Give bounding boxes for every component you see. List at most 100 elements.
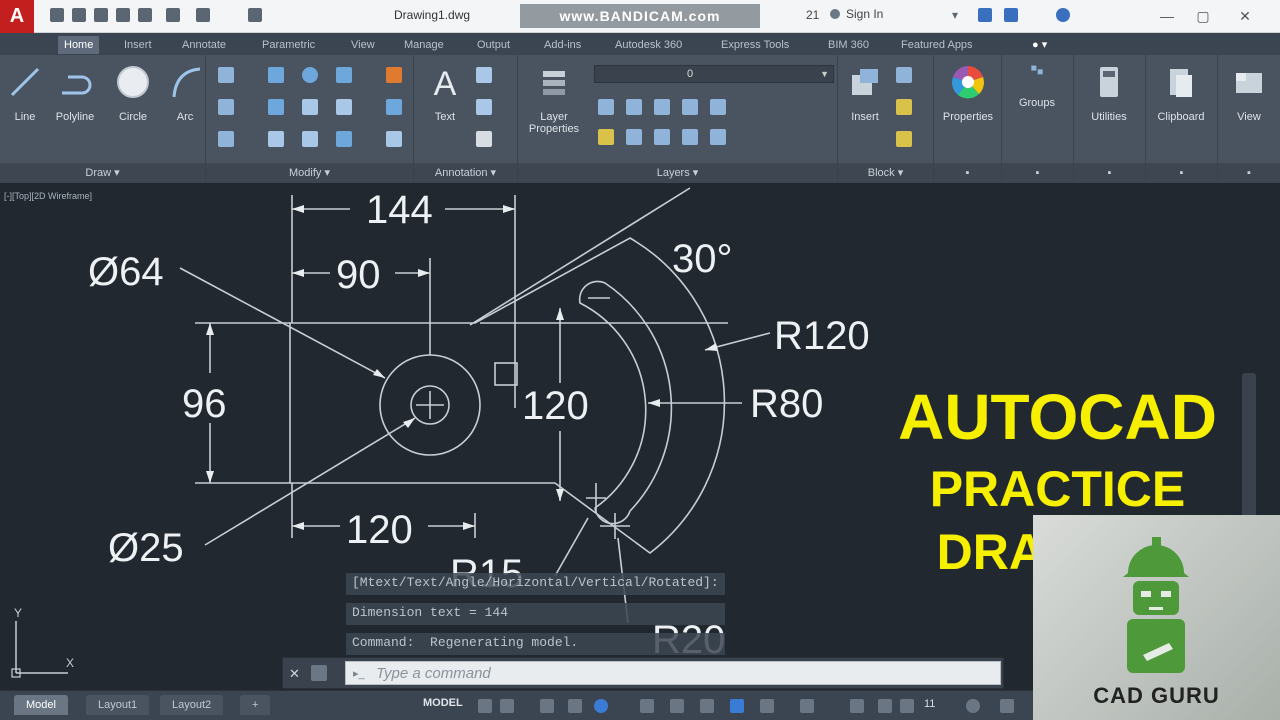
layer-tool-icon-2[interactable] xyxy=(626,99,642,115)
line-tool[interactable]: Line xyxy=(0,63,50,123)
properties-tool[interactable]: Properties xyxy=(936,63,1000,123)
annotation-visibility-icon[interactable] xyxy=(878,699,892,713)
transparency-icon[interactable] xyxy=(760,699,774,713)
polar-icon[interactable] xyxy=(594,699,608,713)
sign-in-button[interactable]: Sign In xyxy=(830,7,883,21)
snap-icon[interactable] xyxy=(500,699,514,713)
clipboard-panel-footer[interactable]: ▪ xyxy=(1146,163,1217,183)
rectangle-icon[interactable] xyxy=(218,67,234,83)
erase-icon[interactable] xyxy=(386,67,402,83)
layer-tool-icon-3[interactable] xyxy=(654,99,670,115)
exchange-icon[interactable] xyxy=(978,8,992,22)
mirror-icon[interactable] xyxy=(302,99,318,115)
dropdown-icon[interactable]: ▾ xyxy=(952,8,958,22)
object-snap-tracking-icon[interactable] xyxy=(670,699,684,713)
open-icon[interactable] xyxy=(72,8,86,22)
close-button[interactable]: ✕ xyxy=(1228,4,1262,28)
tab-view[interactable]: View xyxy=(345,36,381,54)
clipboard-tool[interactable]: Clipboard xyxy=(1156,63,1206,123)
tab-parametric[interactable]: Parametric xyxy=(256,36,321,54)
tab-autodesk-360[interactable]: Autodesk 360 xyxy=(609,36,688,54)
tab-layout1[interactable]: Layout1 xyxy=(86,695,150,715)
layer-tool-icon-6[interactable] xyxy=(598,129,614,145)
command-input[interactable] xyxy=(345,661,1001,685)
wrench-icon[interactable] xyxy=(311,665,327,681)
layer-tool-icon-1[interactable] xyxy=(598,99,614,115)
view-tool[interactable]: View xyxy=(1224,63,1274,123)
annotation-panel-footer[interactable]: Annotation ▾ xyxy=(414,163,517,183)
table-icon[interactable] xyxy=(476,131,492,147)
tab-layout2[interactable]: Layout2 xyxy=(160,695,224,715)
text-tool[interactable]: A Text xyxy=(420,63,470,123)
move-icon[interactable] xyxy=(268,67,284,83)
layer-tool-icon-10[interactable] xyxy=(710,129,726,145)
isodraft-icon[interactable] xyxy=(640,699,654,713)
layers-panel-footer[interactable]: Layers ▾ xyxy=(518,163,837,183)
modify-panel-footer[interactable]: Modify ▾ xyxy=(206,163,413,183)
new-icon[interactable] xyxy=(50,8,64,22)
layer-tool-icon-5[interactable] xyxy=(710,99,726,115)
tab-annotate[interactable]: Annotate xyxy=(176,36,232,54)
layer-properties-tool[interactable]: Layer Properties xyxy=(518,63,590,135)
object-snap-icon[interactable] xyxy=(700,699,714,713)
selection-cycling-icon[interactable] xyxy=(800,699,814,713)
stretch-icon[interactable] xyxy=(268,131,284,147)
groups-tool[interactable]: Groups xyxy=(1012,63,1062,109)
minimize-button[interactable]: — xyxy=(1150,4,1184,28)
rotate-icon[interactable] xyxy=(302,67,318,83)
tab-featured-apps[interactable]: Featured Apps xyxy=(895,36,979,54)
add-icon[interactable] xyxy=(1000,699,1014,713)
layer-tool-icon-8[interactable] xyxy=(654,129,670,145)
help-icon[interactable] xyxy=(1056,8,1070,22)
print-icon[interactable] xyxy=(138,8,152,22)
arc-tool[interactable]: Arc xyxy=(160,63,210,123)
tab-output[interactable]: Output xyxy=(471,36,516,54)
edit-block-icon[interactable] xyxy=(896,99,912,115)
undo-icon[interactable] xyxy=(166,8,180,22)
leader-icon[interactable] xyxy=(476,99,492,115)
hatch-icon[interactable] xyxy=(218,99,234,115)
explode-icon[interactable] xyxy=(386,99,402,115)
create-block-icon[interactable] xyxy=(896,67,912,83)
layer-tool-icon-7[interactable] xyxy=(626,129,642,145)
maximize-button[interactable]: ▢ xyxy=(1186,4,1220,28)
circle-tool[interactable]: Circle xyxy=(108,63,158,123)
close-icon[interactable]: ✕ xyxy=(289,666,300,682)
tab-add-ins[interactable]: Add-ins xyxy=(538,36,587,54)
infer-icon[interactable] xyxy=(540,699,554,713)
layer-tool-icon-4[interactable] xyxy=(682,99,698,115)
grid-icon[interactable] xyxy=(478,699,492,713)
layer-tool-icon-9[interactable] xyxy=(682,129,698,145)
tab-overflow-icon[interactable]: ● ▾ xyxy=(1026,36,1053,54)
draw-panel-footer[interactable]: Draw ▾ xyxy=(0,163,205,183)
tab-bim-360[interactable]: BIM 360 xyxy=(822,36,875,54)
block-panel-footer[interactable]: Block ▾ xyxy=(838,163,933,183)
lineweight-icon[interactable] xyxy=(730,699,744,713)
workspace-gear-icon[interactable] xyxy=(966,699,980,713)
tab-insert[interactable]: Insert xyxy=(118,36,158,54)
redo-icon[interactable] xyxy=(196,8,210,22)
utilities-tool[interactable]: Utilities xyxy=(1084,63,1134,123)
save-icon[interactable] xyxy=(94,8,108,22)
trim-icon[interactable] xyxy=(336,67,352,83)
plot-icon[interactable] xyxy=(248,8,262,22)
model-space-button[interactable]: MODEL xyxy=(423,697,463,709)
array-icon[interactable] xyxy=(336,131,352,147)
offset-icon[interactable] xyxy=(386,131,402,147)
save-as-icon[interactable] xyxy=(116,8,130,22)
boundary-icon[interactable] xyxy=(218,131,234,147)
properties-panel-footer[interactable]: ▪ xyxy=(934,163,1001,183)
layer-dropdown[interactable]: 0 ▼ xyxy=(594,65,834,83)
groups-panel-footer[interactable]: ▪ xyxy=(1002,163,1073,183)
tab-home[interactable]: Home xyxy=(58,36,100,54)
insert-tool[interactable]: Insert xyxy=(840,63,890,123)
fillet-icon[interactable] xyxy=(336,99,352,115)
view-panel-footer[interactable]: ▪ xyxy=(1218,163,1280,183)
utilities-panel-footer[interactable]: ▪ xyxy=(1074,163,1145,183)
a360-icon[interactable] xyxy=(1004,8,1018,22)
polyline-tool[interactable]: Polyline xyxy=(50,63,100,123)
copy-icon[interactable] xyxy=(268,99,284,115)
add-layout-button[interactable]: + xyxy=(240,695,271,715)
tab-model[interactable]: Model xyxy=(14,695,68,715)
scale-icon[interactable] xyxy=(302,131,318,147)
